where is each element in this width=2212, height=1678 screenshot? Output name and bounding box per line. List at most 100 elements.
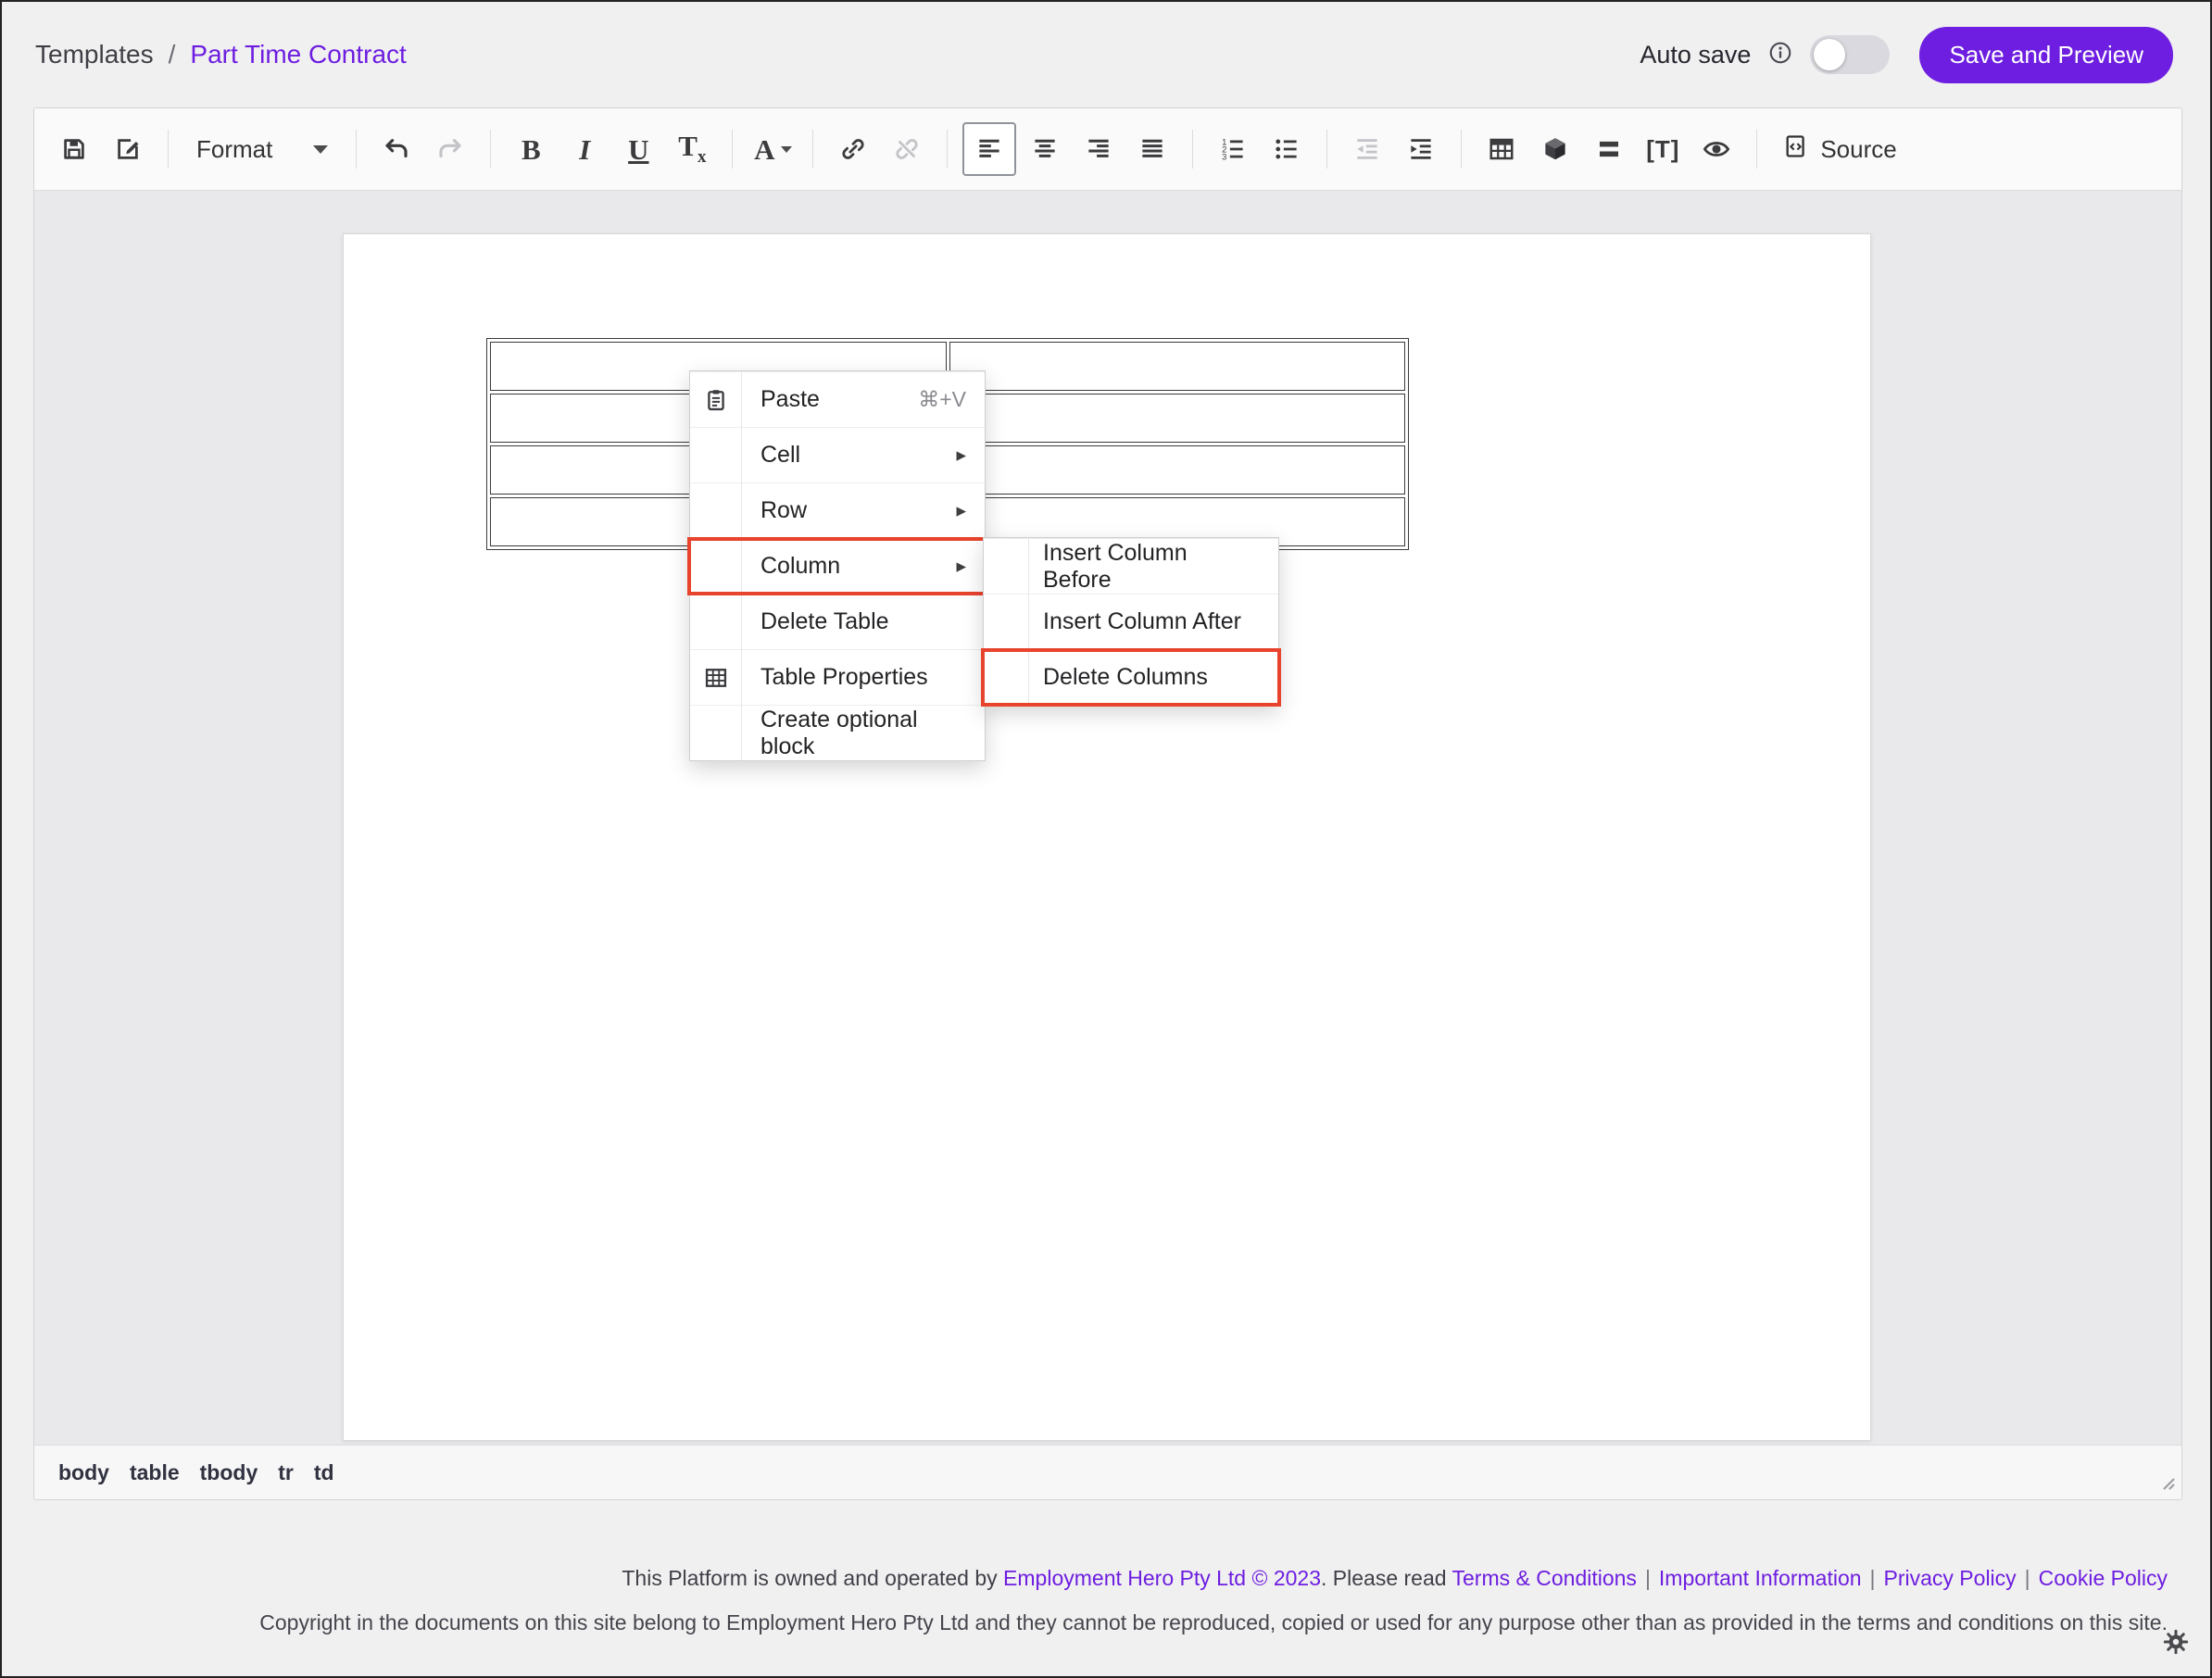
preview-button[interactable] bbox=[1691, 124, 1741, 174]
menu-item-delete-table[interactable]: Delete Table bbox=[690, 594, 985, 649]
footer-text: This Platform is owned and operated by bbox=[622, 1566, 1003, 1590]
footer-link-separator: | bbox=[1870, 1566, 1876, 1590]
redo-button[interactable] bbox=[425, 124, 475, 174]
menu-item-label: Table Properties bbox=[760, 664, 928, 691]
top-bar: Templates / Part Time Contract Auto save… bbox=[2, 2, 2210, 107]
privacy-policy-link[interactable]: Privacy Policy bbox=[1884, 1566, 2017, 1590]
align-left-button[interactable] bbox=[962, 122, 1016, 176]
breadcrumb-templates[interactable]: Templates bbox=[35, 40, 154, 69]
table-cell[interactable] bbox=[949, 394, 1406, 443]
unlink-button[interactable] bbox=[882, 124, 932, 174]
menu-item-column[interactable]: Column ▸ bbox=[690, 538, 985, 594]
source-label: Source bbox=[1820, 135, 1896, 164]
path-item-tbody[interactable]: tbody bbox=[200, 1460, 258, 1485]
menu-item-label: Column bbox=[760, 553, 840, 580]
indent-button[interactable] bbox=[1396, 124, 1446, 174]
text-placeholder-label: [T] bbox=[1646, 135, 1679, 164]
path-item-tr[interactable]: tr bbox=[278, 1460, 294, 1485]
clipboard-icon bbox=[700, 387, 732, 413]
edit-template-button[interactable] bbox=[103, 124, 153, 174]
align-right-button[interactable] bbox=[1074, 124, 1124, 174]
remove-format-button[interactable]: Tx bbox=[667, 124, 717, 174]
underline-label: U bbox=[628, 135, 648, 164]
table-context-menu: Paste ⌘+V Cell ▸ Row ▸ Column ▸ Delete T… bbox=[689, 370, 986, 761]
source-button[interactable]: Source bbox=[1772, 124, 1907, 174]
toolbar-separator bbox=[947, 130, 948, 169]
rich-text-editor: Format B I U Tx A bbox=[33, 107, 2182, 1500]
table-cell[interactable] bbox=[949, 342, 1406, 391]
autosave-toggle[interactable] bbox=[1810, 35, 1890, 74]
footer-link-separator: | bbox=[1645, 1566, 1651, 1590]
menu-item-row[interactable]: Row ▸ bbox=[690, 482, 985, 538]
submenu-arrow-icon: ▸ bbox=[956, 555, 966, 578]
menu-item-label: Paste bbox=[760, 386, 820, 413]
company-link[interactable]: Employment Hero Pty Ltd © 2023 bbox=[1003, 1566, 1321, 1590]
footer-line2: Copyright in the documents on this site … bbox=[259, 1608, 2168, 1637]
toolbar-separator bbox=[1192, 130, 1193, 169]
site-footer: This Platform is owned and operated by E… bbox=[259, 1563, 2168, 1637]
text-color-label: A bbox=[754, 135, 774, 164]
submenu-arrow-icon: ▸ bbox=[956, 444, 966, 467]
resize-handle[interactable] bbox=[2155, 1471, 2176, 1496]
toolbar-separator bbox=[490, 130, 491, 169]
ordered-list-button[interactable]: 123 bbox=[1208, 124, 1258, 174]
svg-text:3: 3 bbox=[1222, 153, 1226, 162]
save-and-preview-button[interactable]: Save and Preview bbox=[1919, 27, 2173, 83]
page-break-button[interactable] bbox=[1584, 124, 1634, 174]
submenu-arrow-icon: ▸ bbox=[956, 499, 966, 522]
document-page[interactable] bbox=[343, 233, 1871, 1441]
table-cell[interactable] bbox=[949, 445, 1406, 495]
gear-icon[interactable] bbox=[2162, 1628, 2190, 1660]
menu-item-create-optional-block[interactable]: Create optional block bbox=[690, 705, 985, 760]
link-button[interactable] bbox=[828, 124, 878, 174]
menu-item-cell[interactable]: Cell ▸ bbox=[690, 427, 985, 482]
menu-item-table-properties[interactable]: Table Properties bbox=[690, 649, 985, 705]
text-placeholder-button[interactable]: [T] bbox=[1638, 124, 1688, 174]
align-justify-button[interactable] bbox=[1127, 124, 1177, 174]
toolbar-separator bbox=[732, 130, 733, 169]
terms-link[interactable]: Terms & Conditions bbox=[1452, 1566, 1637, 1590]
text-color-button[interactable]: A bbox=[748, 124, 798, 174]
menu-item-label: Delete Table bbox=[760, 608, 889, 635]
undo-button[interactable] bbox=[371, 124, 421, 174]
breadcrumb-current-page: Part Time Contract bbox=[190, 40, 406, 69]
menu-item-delete-columns[interactable]: Delete Columns bbox=[984, 649, 1278, 705]
toolbar-separator bbox=[1756, 130, 1757, 169]
format-dropdown[interactable]: Format bbox=[183, 124, 341, 174]
bold-button[interactable]: B bbox=[506, 124, 556, 174]
important-information-link[interactable]: Important Information bbox=[1659, 1566, 1862, 1590]
menu-item-insert-column-after[interactable]: Insert Column After bbox=[984, 594, 1278, 649]
save-template-button[interactable] bbox=[49, 124, 99, 174]
menu-item-paste[interactable]: Paste ⌘+V bbox=[690, 371, 985, 427]
path-item-body[interactable]: body bbox=[58, 1460, 109, 1485]
bold-label: B bbox=[522, 135, 541, 164]
footer-line1: This Platform is owned and operated by E… bbox=[259, 1563, 2168, 1593]
italic-button[interactable]: I bbox=[559, 124, 610, 174]
editor-canvas bbox=[34, 191, 2181, 1445]
chevron-down-icon bbox=[313, 145, 328, 154]
path-item-td[interactable]: td bbox=[314, 1460, 334, 1485]
source-icon bbox=[1783, 133, 1809, 166]
toolbar-separator bbox=[1461, 130, 1462, 169]
header-actions: Auto save Save and Preview bbox=[1640, 27, 2173, 83]
menu-item-label: Insert Column Before bbox=[1043, 540, 1260, 594]
toolbar-separator bbox=[1326, 130, 1327, 169]
format-dropdown-label: Format bbox=[196, 135, 272, 164]
cookie-policy-link[interactable]: Cookie Policy bbox=[2039, 1566, 2168, 1590]
chevron-down-icon bbox=[781, 146, 792, 153]
align-center-button[interactable] bbox=[1020, 124, 1070, 174]
menu-item-insert-column-before[interactable]: Insert Column Before bbox=[984, 538, 1278, 594]
toolbar-separator bbox=[812, 130, 813, 169]
outdent-button[interactable] bbox=[1342, 124, 1392, 174]
bullet-list-button[interactable] bbox=[1262, 124, 1312, 174]
column-submenu: Insert Column Before Insert Column After… bbox=[983, 537, 1279, 706]
autosave-label: Auto save bbox=[1640, 41, 1751, 69]
footer-link-separator: | bbox=[2025, 1566, 2030, 1590]
underline-button[interactable]: U bbox=[613, 124, 663, 174]
path-item-table[interactable]: table bbox=[130, 1460, 180, 1485]
info-icon[interactable] bbox=[1767, 40, 1793, 70]
insert-table-button[interactable] bbox=[1477, 124, 1527, 174]
block-cube-button[interactable] bbox=[1530, 124, 1580, 174]
breadcrumb-separator: / bbox=[169, 40, 176, 69]
menu-item-label: Cell bbox=[760, 442, 800, 469]
